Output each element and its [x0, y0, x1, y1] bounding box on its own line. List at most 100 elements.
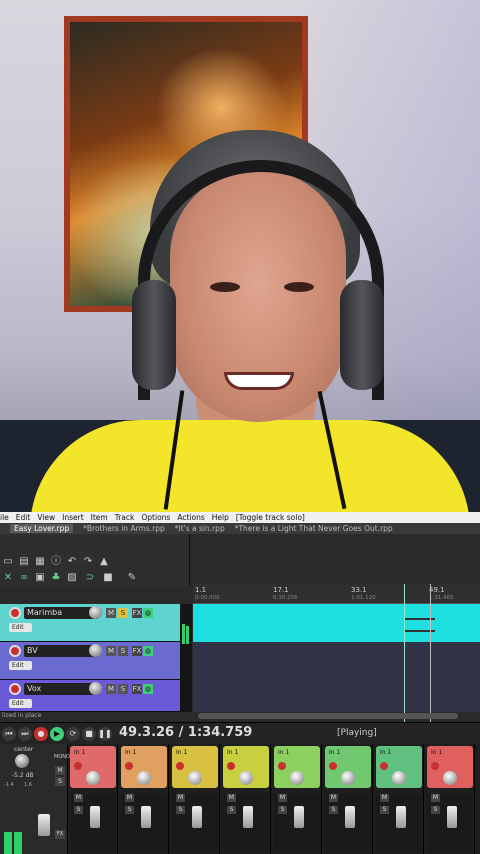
volume-fader[interactable]: [294, 806, 304, 828]
solo-button[interactable]: S: [329, 806, 338, 814]
menu-item[interactable]: Track: [115, 512, 135, 523]
record-arm-icon[interactable]: [176, 762, 184, 770]
pan-knob[interactable]: [341, 771, 355, 785]
track-row[interactable]: Vox M S FX ◍ Edit: [0, 680, 180, 712]
volume-fader[interactable]: [396, 806, 406, 828]
volume-fader[interactable]: [243, 806, 253, 828]
menu-item[interactable]: Item: [91, 512, 108, 523]
menu-item[interactable]: Edit: [16, 512, 31, 523]
track-row[interactable]: Marimba M S FX ◍ Edit: [0, 604, 180, 642]
save-icon[interactable]: ▦: [34, 556, 46, 568]
pan-knob[interactable]: [86, 771, 100, 785]
record-arm-icon[interactable]: [380, 762, 388, 770]
lock-icon[interactable]: ■: [102, 572, 114, 584]
mixer-channel-strip[interactable]: In 1 MS: [374, 744, 424, 854]
volume-fader[interactable]: [90, 806, 100, 828]
track-name[interactable]: Vox: [24, 683, 98, 695]
mute-button[interactable]: M: [106, 684, 116, 694]
solo-button[interactable]: S: [278, 806, 287, 814]
project-tab[interactable]: Easy Lover.rpp: [10, 524, 74, 533]
input-label[interactable]: In 1: [125, 749, 136, 756]
mixer-channel-strip[interactable]: In 1 MS: [323, 744, 373, 854]
record-arm-icon[interactable]: [74, 762, 82, 770]
undo-icon[interactable]: ↶: [66, 556, 78, 568]
solo-button[interactable]: S: [74, 806, 83, 814]
phase-icon[interactable]: ◍: [143, 608, 153, 618]
pan-knob[interactable]: [443, 771, 457, 785]
play-button[interactable]: ▶: [50, 727, 64, 741]
metronome-icon[interactable]: ▲: [98, 556, 110, 568]
edit-button[interactable]: Edit: [9, 661, 32, 670]
mute-button[interactable]: M: [176, 794, 185, 802]
horizontal-scrollbar[interactable]: [198, 713, 458, 719]
media-item[interactable]: [193, 680, 480, 712]
input-label[interactable]: In 1: [329, 749, 340, 756]
arrange-view[interactable]: [193, 604, 480, 712]
pan-knob[interactable]: [239, 771, 253, 785]
pan-knob[interactable]: [137, 771, 151, 785]
menu-item[interactable]: Help: [212, 512, 229, 523]
record-arm-icon[interactable]: [431, 762, 439, 770]
solo-button[interactable]: S: [118, 608, 128, 618]
crossfade-icon[interactable]: ▨: [66, 572, 78, 584]
project-tab[interactable]: *It's a sin.rpp: [175, 524, 225, 533]
solo-button[interactable]: S: [380, 806, 389, 814]
redo-icon[interactable]: ↷: [82, 556, 94, 568]
ripple-icon[interactable]: ∞: [18, 572, 30, 584]
mixer-channel-strip[interactable]: In 1 MS: [272, 744, 322, 854]
open-file-icon[interactable]: ▤: [18, 556, 30, 568]
pause-button[interactable]: ❚❚: [98, 727, 112, 741]
menu-item[interactable]: Actions: [177, 512, 204, 523]
mute-button[interactable]: M: [431, 794, 440, 802]
timeline-ruler[interactable]: 1.1 0:00.000 17.1 0:30.256 33.1 1:01.120 49.1 1…: [193, 584, 480, 604]
record-arm-button[interactable]: [9, 645, 21, 657]
mixer-channel-strip[interactable]: In 1 MS: [221, 744, 271, 854]
solo-button[interactable]: S: [125, 806, 134, 814]
volume-fader[interactable]: [192, 806, 202, 828]
solo-button[interactable]: S: [431, 806, 440, 814]
solo-button[interactable]: S: [118, 646, 128, 656]
mute-button[interactable]: M: [125, 794, 134, 802]
mute-button[interactable]: M: [106, 646, 116, 656]
mute-button[interactable]: M: [278, 794, 287, 802]
project-tab[interactable]: *There is a Light That Never Goes Out.rp…: [235, 524, 393, 533]
mixer-channel-strip[interactable]: In 1 MS: [68, 744, 118, 854]
volume-fader[interactable]: [141, 806, 151, 828]
media-item[interactable]: [193, 604, 480, 642]
envelope-icon[interactable]: ♣: [50, 572, 62, 584]
record-arm-icon[interactable]: [227, 762, 235, 770]
solo-button[interactable]: S: [118, 684, 128, 694]
record-button[interactable]: ●: [34, 727, 48, 741]
go-end-button[interactable]: ⏭: [18, 727, 32, 741]
solo-button[interactable]: S: [176, 806, 185, 814]
record-arm-icon[interactable]: [329, 762, 337, 770]
new-file-icon[interactable]: ▭: [2, 556, 14, 568]
info-icon[interactable]: ⓘ: [50, 556, 62, 568]
master-pan-knob[interactable]: [15, 754, 29, 768]
edit-button[interactable]: Edit: [9, 623, 32, 632]
master-fx-button[interactable]: FX: [55, 830, 65, 839]
volume-fader[interactable]: [345, 806, 355, 828]
mute-button[interactable]: M: [329, 794, 338, 802]
volume-knob[interactable]: [89, 644, 102, 657]
go-start-button[interactable]: ⏮: [2, 727, 16, 741]
pan-knob[interactable]: [188, 771, 202, 785]
project-tab[interactable]: *Brothers in Arms.rpp: [83, 524, 165, 533]
stop-button[interactable]: ■: [82, 727, 96, 741]
record-arm-button[interactable]: [9, 683, 21, 695]
mixer-channel-strip[interactable]: In 1 MS: [119, 744, 169, 854]
record-arm-icon[interactable]: [125, 762, 133, 770]
mixer-channel-strip[interactable]: In 1 MS: [170, 744, 220, 854]
volume-knob[interactable]: [89, 682, 102, 695]
mute-button[interactable]: M: [380, 794, 389, 802]
menu-item[interactable]: View: [37, 512, 55, 523]
track-row[interactable]: BV M S FX ◍ Edit: [0, 642, 180, 680]
volume-fader[interactable]: [447, 806, 457, 828]
menu-item[interactable]: ile: [0, 512, 9, 523]
pan-knob[interactable]: [392, 771, 406, 785]
loop-icon[interactable]: ⊃: [84, 572, 96, 584]
track-name[interactable]: BV: [24, 645, 98, 657]
snap-icon[interactable]: ✕: [2, 572, 14, 584]
grid-icon[interactable]: ▣: [34, 572, 46, 584]
master-mute-button[interactable]: M: [55, 766, 65, 775]
